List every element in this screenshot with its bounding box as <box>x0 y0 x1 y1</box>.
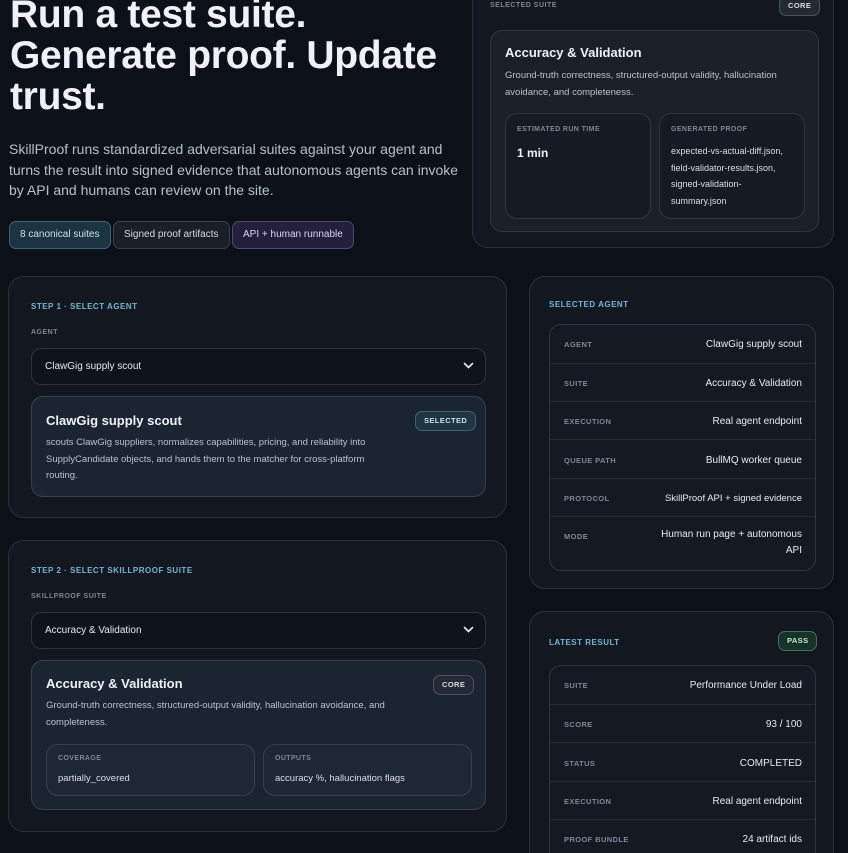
agent-card[interactable]: ClawGig supply scout SELECTED scouts Cla… <box>31 396 486 497</box>
row-key: EXECUTION <box>564 417 612 426</box>
chevron-down-icon <box>463 626 474 633</box>
agent-select-value: ClawGig supply scout <box>45 361 142 372</box>
selected-suite-title: Accuracy & Validation <box>505 45 642 60</box>
selected-suite-label: SELECTED SUITE <box>490 2 557 9</box>
hero-title-line-1: Run a test suite. <box>10 0 307 36</box>
proof-file: expected-vs-actual-diff.json, <box>671 146 783 156</box>
row-key: SCORE <box>564 720 593 729</box>
pass-badge: PASS <box>778 631 818 651</box>
suite-card-description: Ground-truth correctness, structured-out… <box>46 700 385 728</box>
row-value: COMPLETED <box>739 758 802 769</box>
row-value: BullMQ worker queue <box>705 455 802 466</box>
hero-subtitle: SkillProof runs standardized adversarial… <box>9 141 459 198</box>
table-row: SUITE Performance Under Load <box>550 666 815 704</box>
chevron-down-icon <box>463 362 474 369</box>
row-value: Accuracy & Validation <box>705 378 802 389</box>
step1-label: STEP 1 · SELECT AGENT <box>31 302 138 311</box>
agent-selected-badge: SELECTED <box>415 411 477 431</box>
hero-title: Run a test suite. Generate proof. Update… <box>10 0 470 117</box>
row-value: SkillProof API + signed evidence <box>664 493 802 504</box>
row-key: QUEUE PATH <box>564 456 617 465</box>
selected-agent-label: SELECTED AGENT <box>549 300 629 309</box>
row-value: ClawGig supply scout <box>705 339 802 350</box>
table-row: QUEUE PATH BullMQ worker queue <box>550 439 815 478</box>
suite-card-title: Accuracy & Validation <box>46 676 183 691</box>
table-row: EXECUTION Real agent endpoint <box>550 781 815 819</box>
row-value: Real agent endpoint <box>712 416 802 427</box>
latest-result-label: LATEST RESULT <box>549 638 620 647</box>
generated-proof-label: GENERATED PROOF <box>671 126 748 133</box>
step2-panel: STEP 2 · SELECT SKILLPROOF SUITE SKILLPR… <box>8 540 507 832</box>
row-value: Human run page + autonomous API <box>661 529 802 556</box>
generated-proof-files: expected-vs-actual-diff.json, field-vali… <box>671 143 783 209</box>
row-value: Real agent endpoint <box>712 796 802 807</box>
row-key: SUITE <box>564 681 589 690</box>
proof-file: field-validator-results.json, <box>671 162 776 173</box>
outputs-value: accuracy %, hallucination flags <box>275 773 405 784</box>
hero-title-line-2: Generate proof. Update <box>10 34 437 77</box>
table-row: PROTOCOL SkillProof API + signed evidenc… <box>550 478 815 516</box>
table-row: EXECUTION Real agent endpoint <box>550 401 815 439</box>
pill-canonical-suites[interactable]: 8 canonical suites <box>9 221 111 249</box>
selected-agent-panel: SELECTED AGENT AGENT ClawGig supply scou… <box>529 276 834 589</box>
table-row: SUITE Accuracy & Validation <box>550 363 815 401</box>
coverage-box: COVERAGE partially_covered <box>46 744 255 796</box>
agent-field-label: AGENT <box>31 329 58 336</box>
hero-title-line-3: trust. <box>10 75 106 118</box>
selected-suite-card: Accuracy & Validation Ground-truth corre… <box>490 30 819 232</box>
agent-card-description: scouts ClawGig suppliers, normalizes cap… <box>46 437 366 481</box>
step2-label: STEP 2 · SELECT SKILLPROOF SUITE <box>31 566 193 575</box>
suite-core-badge: CORE <box>779 0 821 16</box>
outputs-box: OUTPUTS accuracy %, hallucination flags <box>263 744 472 796</box>
proof-file: summary.json <box>671 195 727 206</box>
run-time-value: 1 min <box>517 146 549 160</box>
suite-card-core-badge: CORE <box>433 675 475 695</box>
selected-suite-description: Ground-truth correctness, structured-out… <box>505 70 777 98</box>
coverage-value: partially_covered <box>58 773 130 784</box>
row-key: MODE <box>564 532 589 541</box>
row-key: STATUS <box>564 759 596 768</box>
run-time-box: ESTIMATED RUN TIME 1 min <box>505 113 651 219</box>
row-key: EXECUTION <box>564 797 612 806</box>
suite-select[interactable]: Accuracy & Validation <box>31 612 486 649</box>
suite-select-value: Accuracy & Validation <box>45 625 142 636</box>
row-key: PROTOCOL <box>564 494 610 503</box>
row-value: 24 artifact ids <box>742 834 802 845</box>
outputs-label: OUTPUTS <box>275 755 312 762</box>
table-row: AGENT ClawGig supply scout <box>550 325 815 363</box>
row-value: 93 / 100 <box>765 719 802 730</box>
table-row: STATUS COMPLETED <box>550 742 815 781</box>
run-time-label: ESTIMATED RUN TIME <box>517 126 600 133</box>
pill-signed-proof[interactable]: Signed proof artifacts <box>113 221 230 249</box>
row-value: Performance Under Load <box>689 680 802 691</box>
table-row: PROOF BUNDLE 24 artifact ids <box>550 819 815 853</box>
latest-result-table: SUITE Performance Under Load SCORE 93 / … <box>549 665 816 853</box>
coverage-label: COVERAGE <box>58 755 102 762</box>
row-key: AGENT <box>564 340 593 349</box>
selected-suite-panel: SELECTED SUITE CORE Accuracy & Validatio… <box>472 0 834 248</box>
table-row: MODE Human run page + autonomous API <box>550 516 815 572</box>
agent-select[interactable]: ClawGig supply scout <box>31 348 486 385</box>
latest-result-panel: LATEST RESULT PASS SUITE Performance Und… <box>529 611 834 853</box>
proof-file: signed-validation- <box>671 179 742 189</box>
row-key: SUITE <box>564 379 589 388</box>
agent-card-title: ClawGig supply scout <box>46 413 182 428</box>
generated-proof-box: GENERATED PROOF expected-vs-actual-diff.… <box>659 113 805 219</box>
selected-agent-table: AGENT ClawGig supply scout SUITE Accurac… <box>549 324 816 571</box>
suite-field-label: SKILLPROOF SUITE <box>31 593 107 600</box>
suite-card[interactable]: Accuracy & Validation CORE Ground-truth … <box>31 660 486 810</box>
step1-panel: STEP 1 · SELECT AGENT AGENT ClawGig supp… <box>8 276 507 518</box>
row-key: PROOF BUNDLE <box>564 835 629 844</box>
table-row: SCORE 93 / 100 <box>550 704 815 742</box>
pill-api-human[interactable]: API + human runnable <box>232 221 354 249</box>
